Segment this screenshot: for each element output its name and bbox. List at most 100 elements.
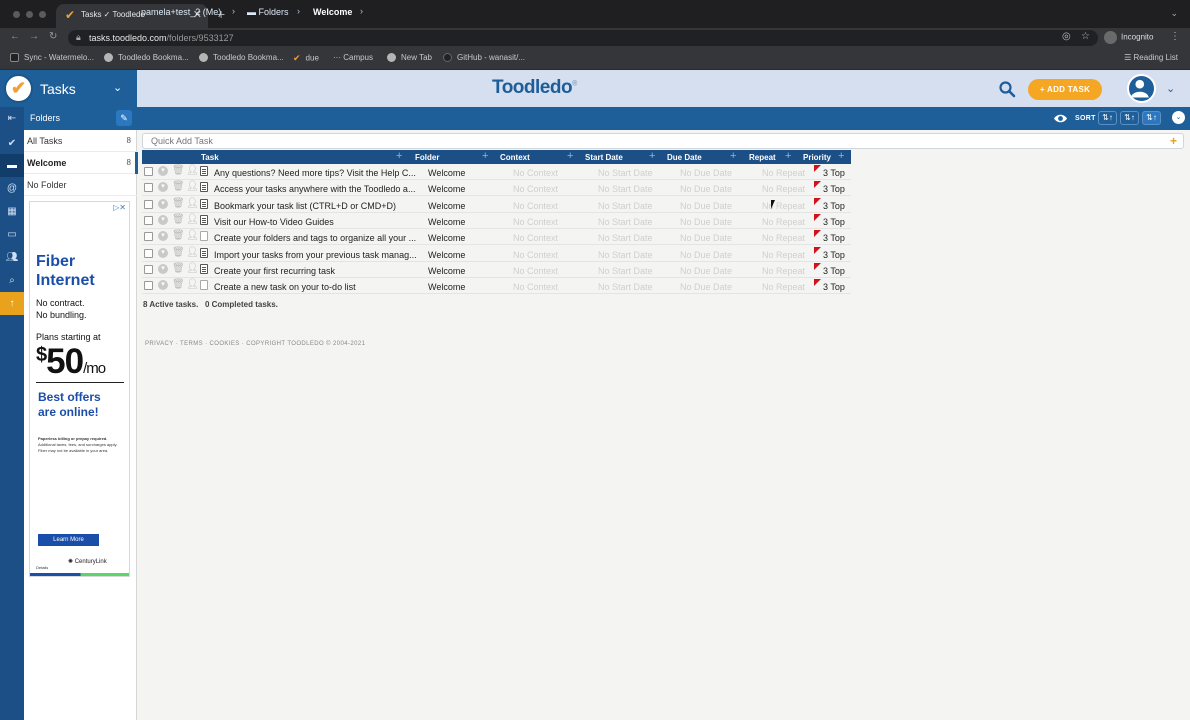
upgrade-arrow-icon[interactable]: ↑ <box>0 292 24 315</box>
assign-person-icon[interactable]: 👤︎ <box>186 165 199 176</box>
sort-option-2-icon[interactable]: ⇅↑ <box>1120 111 1139 125</box>
task-name[interactable]: Visit our How-to Video Guides <box>214 217 424 227</box>
breadcrumb-folders[interactable]: ▬ Folders <box>247 7 289 17</box>
calendar-icon[interactable]: ▦ <box>0 200 24 223</box>
task-context[interactable]: No Context <box>513 233 558 243</box>
note-icon[interactable] <box>200 198 208 209</box>
trash-icon[interactable]: 🗑︎ <box>172 165 185 176</box>
note-icon[interactable] <box>200 263 208 274</box>
task-checkbox[interactable] <box>144 232 153 242</box>
folder-item-all-tasks[interactable]: All Tasks 8 <box>24 130 137 152</box>
quick-add-input[interactable] <box>142 133 1184 149</box>
column-add-icon[interactable]: + <box>482 150 488 162</box>
task-due-date[interactable]: No Due Date <box>680 266 732 276</box>
task-repeat[interactable]: No Repeat <box>762 266 805 276</box>
assign-person-icon[interactable]: 👤︎ <box>186 198 199 209</box>
star-icon[interactable]: ▾ <box>158 182 168 193</box>
task-repeat[interactable]: No Repeat <box>762 282 805 292</box>
table-row[interactable]: ▾ 🗑︎ 👤︎ Any questions? Need more tips? Visi… <box>142 164 851 180</box>
ad-details-link[interactable]: Details <box>36 565 48 570</box>
task-due-date[interactable]: No Due Date <box>680 184 732 194</box>
trash-icon[interactable]: 🗑︎ <box>172 279 185 290</box>
column-add-icon[interactable]: + <box>730 150 736 162</box>
task-start-date[interactable]: No Start Date <box>598 266 653 276</box>
bookmark-item[interactable]: Toodledo Bookma... <box>199 53 284 63</box>
assign-person-icon[interactable]: 👤︎ <box>186 247 199 258</box>
task-due-date[interactable]: No Due Date <box>680 233 732 243</box>
star-icon[interactable]: ▾ <box>158 214 168 225</box>
column-header-due-date[interactable]: Due Date <box>667 153 702 162</box>
task-folder[interactable]: Welcome <box>428 184 465 194</box>
table-row[interactable]: ▾ 🗑︎ 👤︎ Create a new task on your to-do lis… <box>142 278 851 295</box>
url-field[interactable]: 🔒︎ tasks.toodledo.com/folders/9533127 <box>68 30 1098 46</box>
task-context[interactable]: No Context <box>513 217 558 227</box>
window-zoom-control[interactable] <box>39 11 46 18</box>
reload-icon[interactable]: ↻ <box>49 31 57 42</box>
task-checkbox[interactable] <box>144 199 153 209</box>
star-icon[interactable]: ▾ <box>158 247 168 258</box>
task-due-date[interactable]: No Due Date <box>680 168 732 178</box>
assign-person-icon[interactable]: 👤︎ <box>186 230 199 241</box>
folder-item-welcome[interactable]: Welcome 8 <box>24 152 138 174</box>
collapse-sidebar-icon[interactable]: ⇤ <box>0 107 24 130</box>
star-icon[interactable]: ▾ <box>158 231 168 242</box>
task-priority[interactable]: 3 Top <box>823 201 845 211</box>
task-start-date[interactable]: No Start Date <box>598 217 653 227</box>
toodledo-logo[interactable]: Toodledo® <box>492 77 577 99</box>
bookmark-item[interactable]: ✔ due <box>293 53 319 64</box>
task-folder[interactable]: Welcome <box>428 282 465 292</box>
assign-person-icon[interactable]: 👤︎ <box>186 263 199 274</box>
table-row[interactable]: ▾ 🗑︎ 👤︎ Create your first recurring task Wel… <box>142 262 851 278</box>
bookmark-item[interactable]: GitHub - wanasit/... <box>443 53 525 63</box>
task-folder[interactable]: Welcome <box>428 168 465 178</box>
column-add-icon[interactable]: + <box>785 150 791 162</box>
assign-person-icon[interactable]: 👤︎ <box>186 279 199 290</box>
task-name[interactable]: Create a new task on your to-do list <box>214 282 424 292</box>
task-context[interactable]: No Context <box>513 250 558 260</box>
advertisement[interactable]: ▷✕ Fiber Internet No contract. No bundlin… <box>29 201 130 577</box>
task-repeat[interactable]: No Repeat <box>762 168 805 178</box>
column-header-repeat[interactable]: Repeat <box>749 153 776 162</box>
reading-list[interactable]: ☰ Reading List <box>1124 53 1178 62</box>
search-icon[interactable] <box>998 80 1016 98</box>
account-chevron-icon[interactable]: ⌄ <box>1166 82 1175 95</box>
task-priority[interactable]: 3 Top <box>823 217 845 227</box>
task-folder[interactable]: Welcome <box>428 250 465 260</box>
task-priority[interactable]: 3 Top <box>823 250 845 260</box>
task-checkbox[interactable] <box>144 281 153 291</box>
folder-item-no-folder[interactable]: No Folder <box>24 174 137 196</box>
task-name[interactable]: Create your folders and tags to organize… <box>214 233 424 243</box>
quick-add-plus-icon[interactable]: + <box>1170 134 1177 148</box>
task-checkbox[interactable] <box>144 183 153 193</box>
bookmark-item[interactable]: New Tab <box>387 53 432 63</box>
note-icon[interactable] <box>200 247 208 258</box>
star-icon[interactable]: ▾ <box>158 166 168 176</box>
note-icon[interactable] <box>200 182 208 193</box>
note-icon[interactable] <box>200 166 208 176</box>
app-section-switcher[interactable]: ✔ Tasks ⌄ <box>0 70 137 107</box>
trash-icon[interactable]: 🗑︎ <box>172 181 185 192</box>
task-context[interactable]: No Context <box>513 201 558 211</box>
star-icon[interactable]: ▾ <box>158 198 168 209</box>
breadcrumb-user[interactable]: pamela+test_2 (Me) <box>141 7 221 17</box>
footer-links[interactable]: PRIVACY · TERMS · COOKIES · COPYRIGHT TO… <box>145 341 365 347</box>
task-priority[interactable]: 3 Top <box>823 184 845 194</box>
trash-icon[interactable]: 🗑︎ <box>172 214 185 225</box>
sort-option-3-icon[interactable]: ⇅↑ <box>1142 111 1161 125</box>
column-add-icon[interactable]: + <box>649 150 655 162</box>
task-folder[interactable]: Welcome <box>428 266 465 276</box>
task-context[interactable]: No Context <box>513 184 558 194</box>
star-icon[interactable]: ▾ <box>158 280 168 291</box>
avatar[interactable] <box>1127 74 1156 103</box>
task-due-date[interactable]: No Due Date <box>680 282 732 292</box>
trash-icon[interactable]: 🗑︎ <box>172 230 185 241</box>
trash-icon[interactable]: 🗑︎ <box>172 198 185 209</box>
column-add-icon[interactable]: + <box>838 150 844 162</box>
assign-person-icon[interactable]: 👤︎ <box>186 181 199 192</box>
task-name[interactable]: Bookmark your task list (CTRL+D or CMD+D… <box>214 201 424 211</box>
add-task-button[interactable]: + ADD TASK <box>1028 79 1102 100</box>
task-start-date[interactable]: No Start Date <box>598 250 653 260</box>
task-due-date[interactable]: No Due Date <box>680 217 732 227</box>
task-start-date[interactable]: No Start Date <box>598 184 653 194</box>
bookmark-star-icon[interactable]: ☆ <box>1081 31 1090 42</box>
